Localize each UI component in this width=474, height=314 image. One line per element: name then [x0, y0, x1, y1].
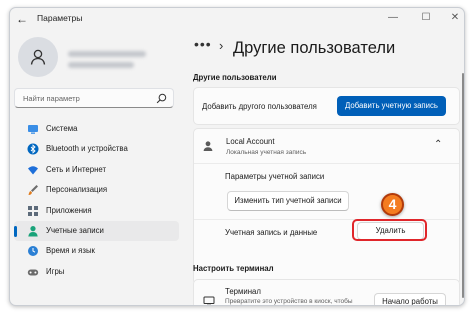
monitor-icon	[28, 125, 38, 134]
bluetooth-icon	[27, 143, 39, 155]
sidebar-item-gaming[interactable]: Игры	[14, 262, 179, 282]
brush-icon	[28, 185, 38, 196]
gamepad-icon	[27, 269, 39, 276]
sidebar-item-network[interactable]: Сеть и Интернет	[14, 160, 179, 180]
chevron-up-icon[interactable]: ⌃	[434, 139, 442, 150]
sidebar-item-label: Система	[46, 124, 78, 133]
account-name: Local Account	[226, 137, 275, 146]
sidebar-item-label: Bluetooth и устройства	[46, 144, 128, 154]
close-icon[interactable]: ✕	[446, 10, 464, 26]
add-user-label: Добавить другого пользователя	[202, 102, 317, 111]
account-options-label: Параметры учетной записи	[225, 172, 325, 181]
avatar	[18, 37, 58, 77]
page-title: Другие пользователи	[233, 39, 396, 57]
search-input[interactable]: Найти параметр	[14, 88, 174, 108]
maximize-icon[interactable]: ☐	[417, 10, 435, 26]
add-account-button[interactable]: Добавить учетную запись	[337, 96, 446, 116]
search-icon	[156, 93, 167, 104]
kiosk-title: Терминал	[225, 287, 261, 296]
sidebar-item-label: Сеть и Интернет	[46, 164, 107, 174]
section-heading-kiosk: Настроить терминал	[193, 264, 274, 273]
change-account-type-button[interactable]: Изменить тип учетной записи	[227, 191, 349, 211]
back-arrow-icon[interactable]: ←	[16, 11, 28, 27]
wifi-icon	[28, 166, 38, 175]
user-profile-card[interactable]	[16, 35, 176, 81]
sidebar-item-system[interactable]: Система	[14, 119, 179, 139]
account-data-label: Учетная запись и данные	[225, 228, 318, 237]
kiosk-monitor-icon	[203, 296, 215, 305]
kiosk-description: Превратите это устройство в киоск, чтобы	[225, 298, 353, 305]
person-icon	[30, 49, 46, 65]
apps-icon	[28, 205, 38, 216]
highlight-outline	[352, 219, 427, 241]
sidebar-item-label: Персонализация	[46, 185, 108, 195]
sidebar-item-label: Учетные записи	[46, 225, 104, 235]
sidebar-item-apps[interactable]: Приложения	[14, 201, 179, 221]
sidebar-item-label: Время и язык	[46, 246, 95, 256]
active-indicator	[14, 225, 17, 237]
user-email-blurred	[68, 62, 134, 68]
divider	[194, 163, 459, 164]
user-name-blurred	[68, 51, 146, 57]
sidebar-item-accounts[interactable]: Учетные записи	[14, 220, 179, 242]
account-type: Локальная учетная запись	[226, 149, 307, 156]
breadcrumb-chevron-icon: ›	[219, 38, 224, 53]
sidebar-item-personalization[interactable]: Персонализация	[14, 180, 179, 200]
app-title: Параметры	[37, 13, 83, 23]
sidebar-nav: Система Bluetooth и устройства Сеть и Ин…	[14, 119, 181, 282]
sidebar-item-label: Игры	[46, 266, 65, 276]
person-icon	[28, 225, 38, 237]
sidebar-item-time-language[interactable]: Время и язык	[14, 241, 179, 261]
section-heading-other-users: Другие пользователи	[193, 73, 277, 82]
account-person-icon	[203, 141, 213, 151]
sidebar-item-label: Приложения	[46, 205, 92, 215]
minimize-icon[interactable]: —	[384, 10, 402, 26]
breadcrumb-overflow-icon[interactable]: •••	[194, 36, 212, 52]
kiosk-start-button[interactable]: Начало работы	[374, 293, 446, 305]
scrollbar[interactable]	[462, 73, 464, 298]
title-bar: ← Параметры — ☐ ✕	[10, 8, 464, 30]
sidebar-item-bluetooth[interactable]: Bluetooth и устройства	[14, 139, 179, 159]
globe-clock-icon	[28, 246, 38, 257]
step-number-badge: 4	[381, 193, 404, 216]
search-placeholder: Найти параметр	[23, 94, 80, 103]
settings-window: ← Параметры — ☐ ✕ Найти параметр Система…	[9, 7, 465, 306]
